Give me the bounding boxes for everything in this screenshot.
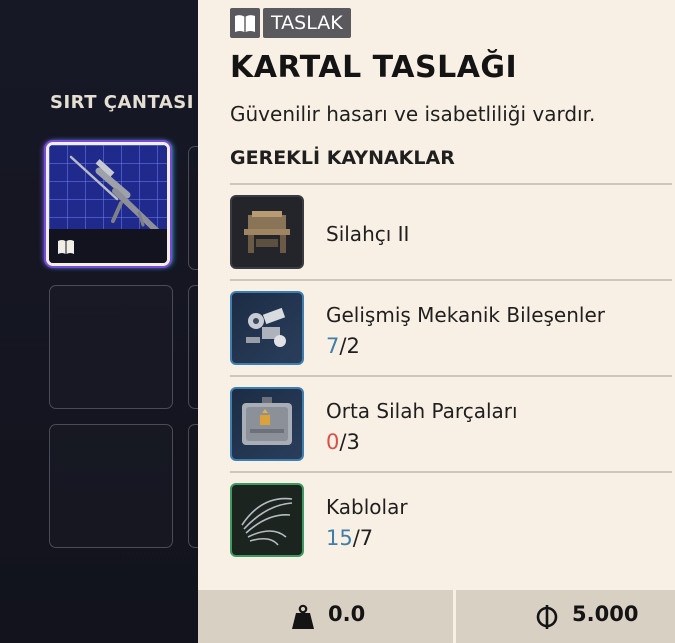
required-amount: /3 xyxy=(339,430,360,454)
inventory-slot-empty[interactable] xyxy=(49,424,173,548)
divider xyxy=(230,471,672,473)
blueprint-badge-icon xyxy=(230,8,260,38)
coin-icon xyxy=(536,605,558,629)
resource-quantity: 0/3 xyxy=(326,430,360,454)
resource-row[interactable]: Silahçı II xyxy=(230,186,672,280)
item-footer: 0.0 5.000 xyxy=(198,590,675,643)
resource-quantity: 15/7 xyxy=(326,526,373,550)
weight-value: 0.0 xyxy=(328,602,366,626)
item-title: KARTAL TASLAĞI xyxy=(230,50,518,85)
resource-row[interactable]: Gelişmiş Mekanik Bileşenler 7/2 xyxy=(230,282,672,376)
divider xyxy=(230,279,672,281)
weight-icon xyxy=(292,604,314,629)
item-detail-panel: TASLAK KARTAL TASLAĞI Güvenilir hasarı v… xyxy=(198,0,675,643)
price-value: 5.000 xyxy=(572,602,639,626)
item-description: Güvenilir hasarı ve isabetliliği vardır. xyxy=(230,102,596,126)
divider xyxy=(230,183,672,185)
backpack-title: SIRT ÇANTASI xyxy=(50,92,194,113)
requirements-header: GEREKLİ KAYNAKLAR xyxy=(230,147,455,169)
resource-name: Gelişmiş Mekanik Bileşenler xyxy=(326,303,605,327)
mechanical-parts-icon xyxy=(230,291,304,365)
required-amount: /7 xyxy=(352,526,374,550)
resource-name: Orta Silah Parçaları xyxy=(326,399,518,423)
item-type-badge: TASLAK xyxy=(263,8,351,38)
owned-amount: 15 xyxy=(326,526,353,550)
blueprint-book-icon xyxy=(58,240,74,254)
footer-divider xyxy=(453,590,456,643)
inventory-slot-selected[interactable] xyxy=(46,142,170,266)
resource-row[interactable]: Orta Silah Parçaları 0/3 xyxy=(230,378,672,472)
workbench-icon xyxy=(230,195,304,269)
divider xyxy=(230,375,672,377)
owned-amount: 0 xyxy=(326,430,340,454)
required-amount: /2 xyxy=(339,334,360,358)
resource-name: Kablolar xyxy=(326,495,408,519)
backpack-panel: SIRT ÇANTASI xyxy=(0,0,200,643)
resource-name: Silahçı II xyxy=(326,222,410,246)
owned-amount: 7 xyxy=(326,334,340,358)
inventory-slot-empty[interactable] xyxy=(49,285,173,409)
resource-quantity: 7/2 xyxy=(326,334,360,358)
resource-row[interactable]: Kablolar 15/7 xyxy=(230,474,672,568)
weapon-parts-case-icon xyxy=(230,387,304,461)
cables-icon xyxy=(230,483,304,557)
